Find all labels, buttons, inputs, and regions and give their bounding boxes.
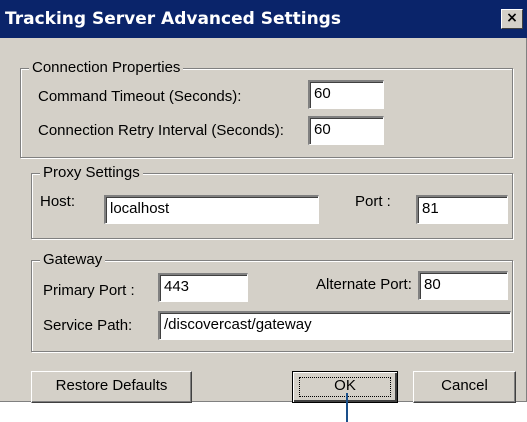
connection-properties-legend: Connection Properties [29,59,184,77]
service-path-label: Service Path: [43,317,133,334]
ok-button[interactable]: OK [292,371,398,403]
cancel-button[interactable]: Cancel [413,371,516,403]
port-label: Port : [355,193,391,210]
connection-properties-group: Connection Properties Command Timeout (S… [20,59,513,158]
proxy-settings-group: Proxy Settings Host: localhost Port : 81 [31,164,513,239]
callout-pointer-line [346,393,348,422]
retry-interval-input[interactable]: 60 [308,116,384,145]
primary-port-input[interactable]: 443 [158,273,248,302]
command-timeout-input[interactable]: 60 [308,80,384,109]
gateway-group: Gateway Primary Port : 443 Alternate Por… [31,251,513,352]
command-timeout-label: Command Timeout (Seconds): [38,88,242,105]
host-label: Host: [40,193,76,210]
focus-rectangle [299,377,391,397]
advanced-settings-dialog: Tracking Server Advanced Settings × Conn… [0,0,527,403]
alternate-port-label: Alternate Port: [316,276,412,293]
service-path-input[interactable]: /discovercast/gateway [158,311,511,340]
alternate-port-input[interactable]: 80 [418,271,508,300]
title-bar[interactable]: Tracking Server Advanced Settings × [0,0,527,38]
window-title: Tracking Server Advanced Settings [5,9,341,29]
close-icon[interactable]: × [501,9,523,29]
port-input[interactable]: 81 [416,195,508,224]
primary-port-label: Primary Port : [43,282,135,299]
host-input[interactable]: localhost [104,195,319,224]
gateway-legend: Gateway [40,251,106,269]
restore-defaults-button[interactable]: Restore Defaults [31,371,192,403]
retry-interval-label: Connection Retry Interval (Seconds): [38,122,284,139]
proxy-settings-legend: Proxy Settings [40,164,143,182]
